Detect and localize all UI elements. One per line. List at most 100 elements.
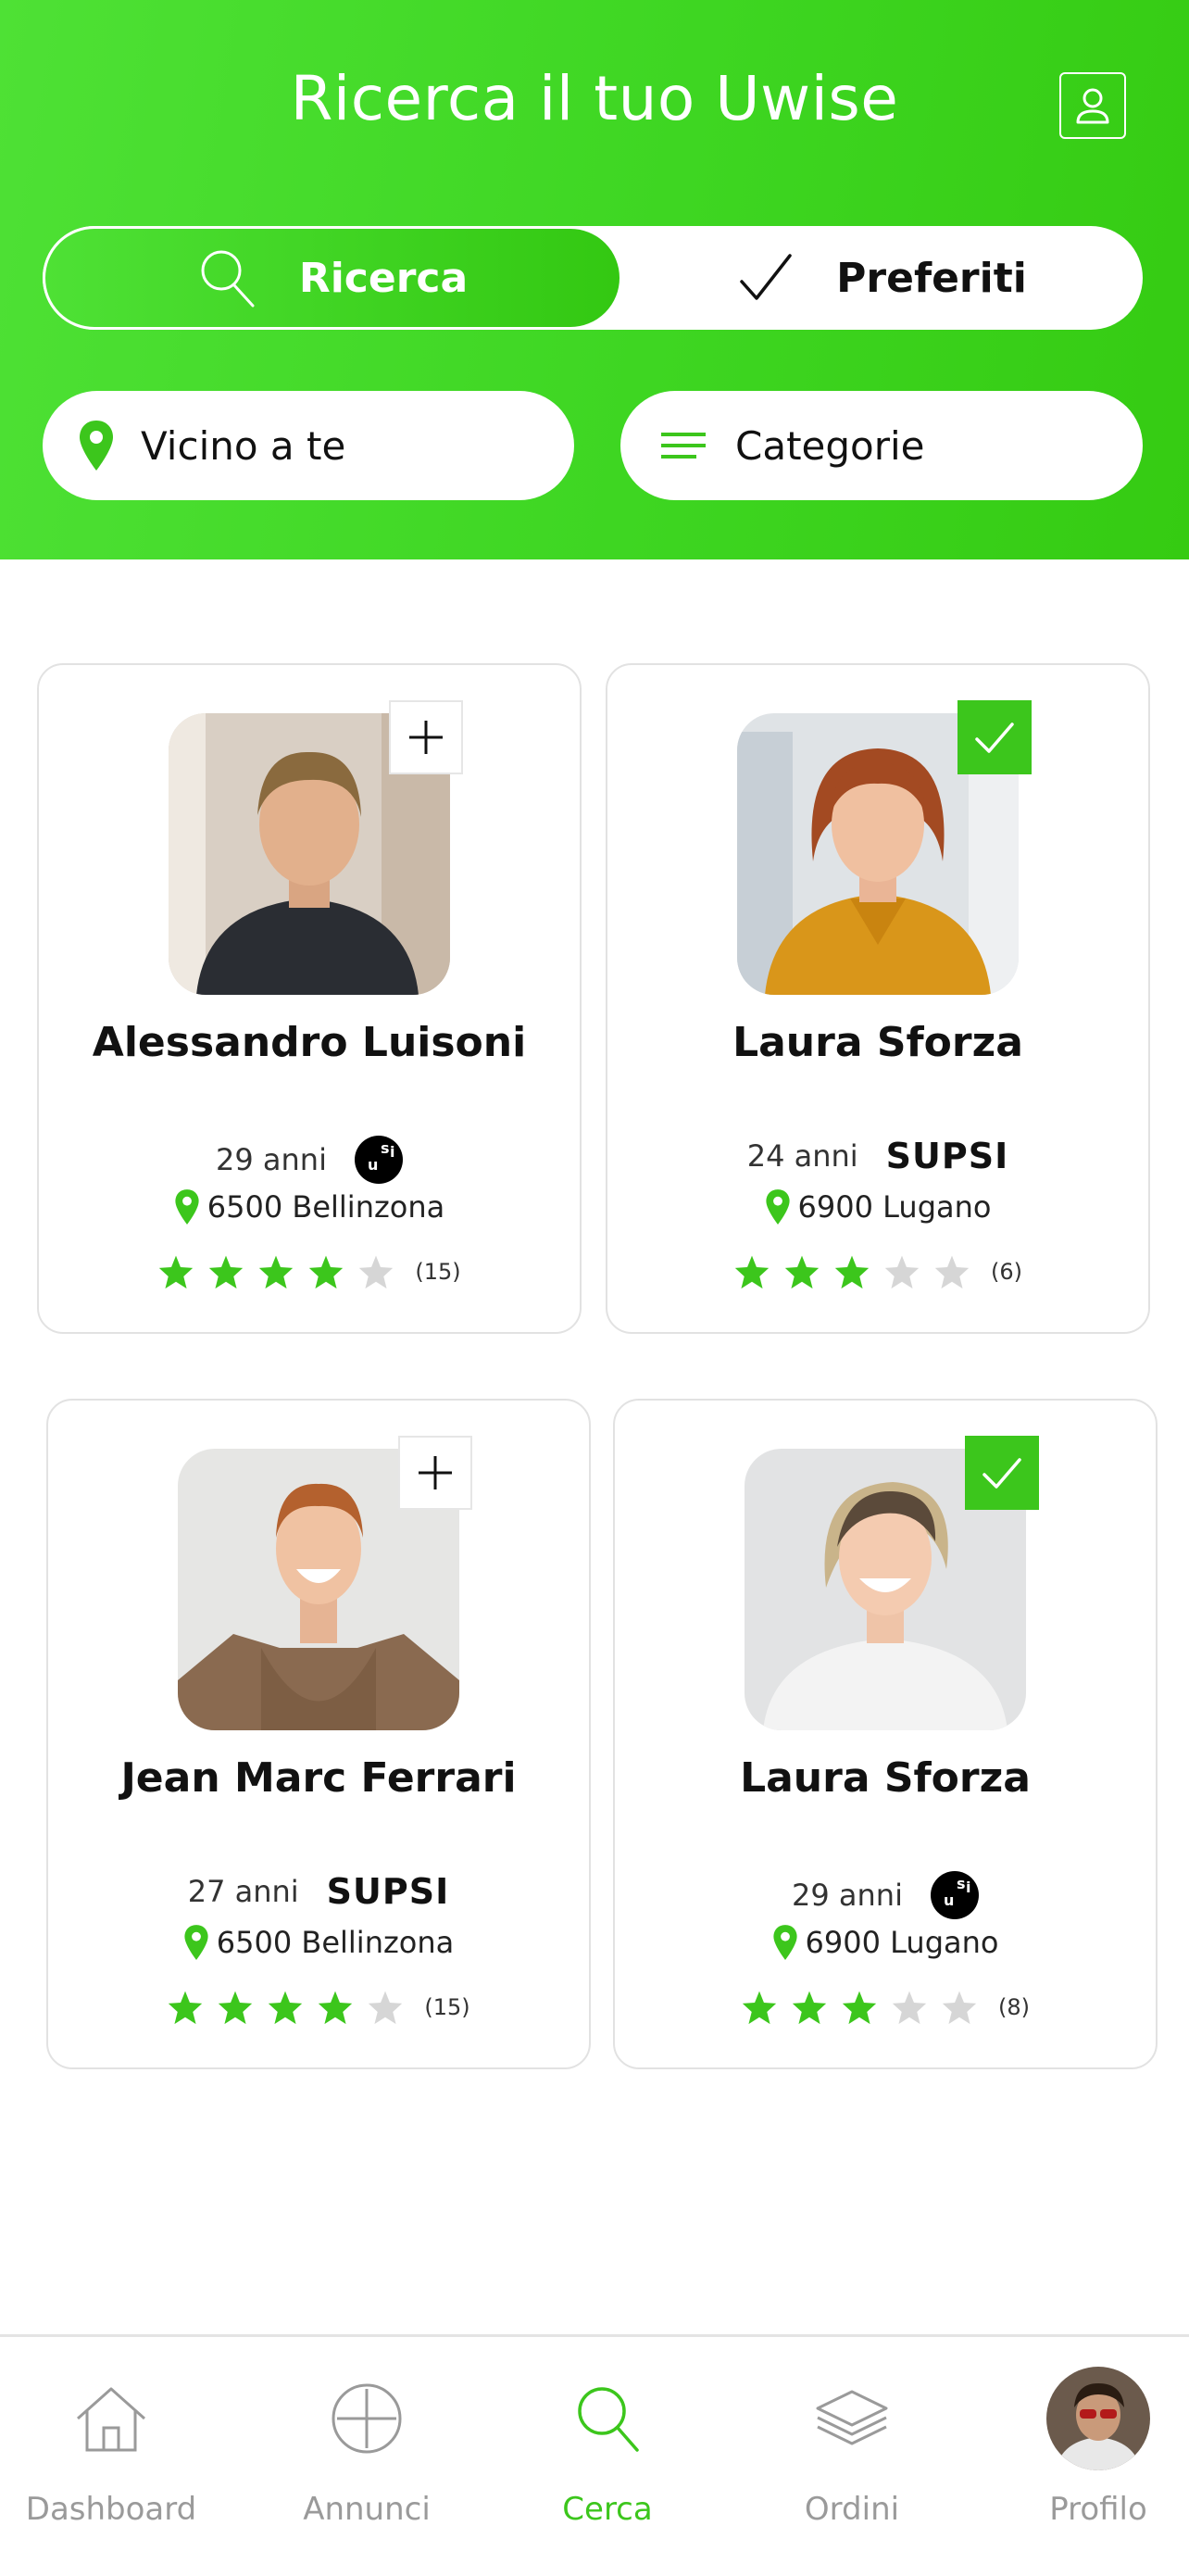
location-pin-icon [765, 1189, 790, 1225]
layers-icon [816, 2390, 888, 2445]
location-text: 6500 Bellinzona [207, 1189, 445, 1225]
profile-name: Jean Marc Ferrari [120, 1754, 517, 1802]
profile-meta: 29 anni usi [39, 1136, 580, 1184]
checkmark-icon [975, 723, 1014, 753]
star-filled-icon [259, 1255, 294, 1289]
user-profile-button[interactable] [1059, 72, 1126, 139]
school-logo: SUPSI [885, 1136, 1009, 1176]
nav-label: Cerca [562, 2491, 653, 2528]
profile-meta: 29 anni usi [615, 1871, 1156, 1919]
rating-count: (8) [998, 1994, 1030, 2020]
nav-item-cerca[interactable]: Cerca [506, 2337, 709, 2576]
nav-label: Dashboard [25, 2491, 197, 2528]
location-text: 6500 Bellinzona [216, 1925, 455, 1960]
nav-label: Annunci [303, 2491, 431, 2528]
profile-name: Alessandro Luisoni [92, 1019, 527, 1066]
star-rating: (15) [39, 1254, 580, 1289]
near-you-filter[interactable]: Vicino a te [43, 391, 574, 500]
checkmark-icon [740, 254, 792, 300]
profile-location: 6900 Lugano [615, 1923, 1156, 1962]
star-empty-icon [884, 1255, 920, 1289]
nav-item-ordini[interactable]: Ordini [750, 2337, 954, 2576]
profile-meta: 24 anni SUPSI [607, 1136, 1148, 1176]
star-filled-icon [842, 1991, 877, 2025]
nav-label: Profilo [1049, 2491, 1147, 2528]
star-filled-icon [309, 1255, 344, 1289]
star-filled-icon [269, 1991, 303, 2025]
profile-name: Laura Sforza [732, 1019, 1023, 1066]
star-empty-icon [942, 1991, 977, 2025]
star-empty-icon [934, 1255, 970, 1289]
location-pin-icon [80, 421, 113, 471]
location-pin-icon [772, 1925, 797, 1960]
categories-label: Categorie [735, 422, 925, 469]
profile-card[interactable]: Laura Sforza 24 anni SUPSI 6900 Lugano (… [606, 663, 1150, 1334]
star-filled-icon [219, 1991, 253, 2025]
location-text: 6900 Lugano [805, 1925, 999, 1960]
star-filled-icon [834, 1255, 870, 1289]
nav-label: Ordini [804, 2491, 900, 2528]
star-empty-icon [369, 1991, 403, 2025]
tab-preferiti[interactable]: Preferiti [622, 226, 1143, 330]
profile-age: 29 anni [216, 1142, 327, 1177]
plus-icon [419, 1456, 452, 1489]
remove-favorite-button[interactable] [957, 700, 1032, 774]
star-filled-icon [792, 1991, 827, 2025]
star-rating: (8) [615, 1990, 1156, 2025]
location-text: 6900 Lugano [797, 1189, 992, 1225]
location-pin-icon [184, 1925, 208, 1960]
star-filled-icon [742, 1991, 777, 2025]
location-pin-icon [175, 1189, 199, 1225]
tab-preferiti-label: Preferiti [836, 254, 1027, 302]
star-filled-icon [784, 1255, 820, 1289]
usi-logo: usi [354, 1136, 403, 1184]
add-favorite-button[interactable] [398, 1436, 472, 1510]
user-icon [1076, 88, 1109, 124]
bottom-nav: Dashboard Annunci Cerca Ordini Profilo [0, 2334, 1189, 2576]
profile-age: 24 anni [746, 1138, 858, 1174]
rating-count: (15) [424, 1994, 470, 2020]
search-icon [578, 2387, 639, 2452]
remove-favorite-button[interactable] [965, 1436, 1039, 1510]
profile-location: 6500 Bellinzona [39, 1187, 580, 1226]
categories-filter[interactable]: Categorie [620, 391, 1143, 500]
checkmark-icon [982, 1458, 1021, 1489]
home-icon [77, 2387, 145, 2452]
plus-circle-icon [332, 2383, 402, 2454]
search-icon [201, 250, 255, 308]
rating-count: (15) [415, 1259, 461, 1285]
star-rating: (6) [607, 1254, 1148, 1289]
star-empty-icon [892, 1991, 927, 2025]
star-filled-icon [734, 1255, 770, 1289]
usi-logo: usi [930, 1871, 979, 1919]
nav-item-annunci[interactable]: Annunci [265, 2337, 469, 2576]
school-logo: SUPSI [326, 1871, 450, 1912]
nav-item-dashboard[interactable]: Dashboard [9, 2337, 213, 2576]
tab-ricerca[interactable]: Ricerca [43, 226, 622, 330]
star-rating: (15) [48, 1990, 589, 2025]
star-filled-icon [159, 1255, 194, 1289]
profile-name: Laura Sforza [740, 1754, 1031, 1802]
profile-location: 6900 Lugano [607, 1187, 1148, 1226]
add-favorite-button[interactable] [389, 700, 463, 774]
search-favorites-toggle: Ricerca Preferiti [43, 226, 1143, 330]
plus-icon [409, 721, 443, 754]
star-filled-icon [209, 1255, 244, 1289]
nav-item-profilo[interactable]: Profilo [996, 2337, 1189, 2576]
star-filled-icon [169, 1991, 203, 2025]
star-empty-icon [359, 1255, 394, 1289]
profile-card[interactable]: Alessandro Luisoni 29 anni usi 6500 Bell… [37, 663, 582, 1334]
near-you-label: Vicino a te [141, 422, 346, 469]
avatar [1046, 2367, 1150, 2470]
profile-card[interactable]: Laura Sforza 29 anni usi 6900 Lugano (8) [613, 1399, 1158, 2069]
profile-location: 6500 Bellinzona [48, 1923, 589, 1962]
star-filled-icon [319, 1991, 353, 2025]
profile-age: 27 anni [187, 1874, 299, 1909]
header: Ricerca il tuo Uwise Ricerca Preferiti V… [0, 0, 1189, 559]
profile-card[interactable]: Jean Marc Ferrari 27 anni SUPSI 6500 Bel… [46, 1399, 591, 2069]
menu-lines-icon [661, 433, 706, 459]
profile-meta: 27 anni SUPSI [48, 1871, 589, 1912]
tab-ricerca-label: Ricerca [298, 254, 469, 302]
rating-count: (6) [991, 1259, 1022, 1285]
page-title: Ricerca il tuo Uwise [290, 63, 899, 134]
